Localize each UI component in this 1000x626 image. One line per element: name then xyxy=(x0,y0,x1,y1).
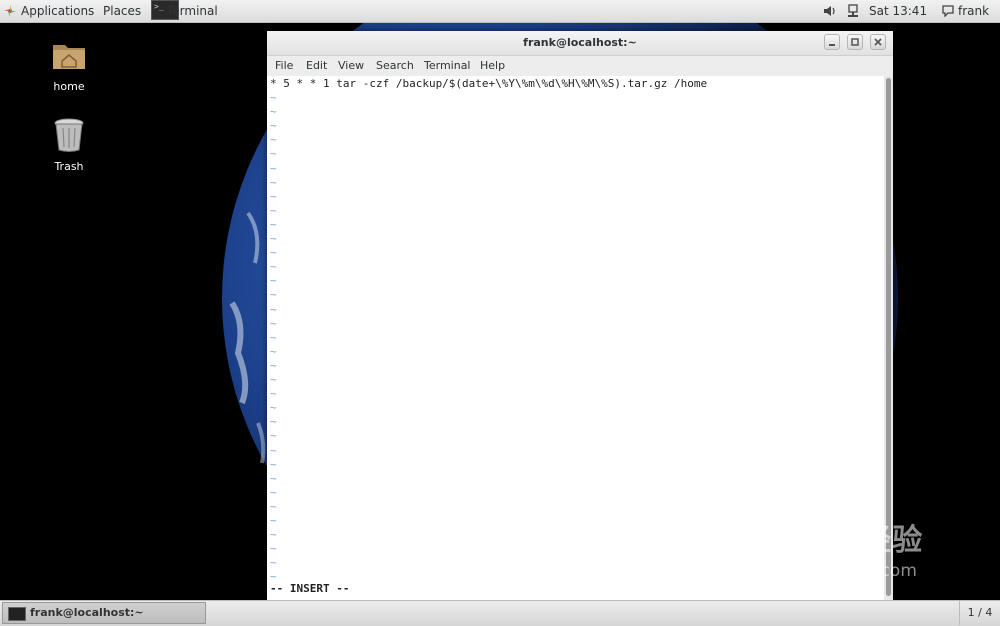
tilde-marker: ~ xyxy=(270,302,277,316)
trash-icon xyxy=(54,118,84,152)
taskbar-window-label: frank@localhost:~ xyxy=(30,606,144,619)
places-menu[interactable]: Places xyxy=(103,0,141,22)
folder-home-icon xyxy=(53,45,85,69)
tilde-marker: ~ xyxy=(270,429,277,443)
maximize-icon xyxy=(851,38,859,46)
tilde-marker: ~ xyxy=(270,358,277,372)
tilde-marker: ~ xyxy=(270,556,277,570)
trash-label: Trash xyxy=(54,160,84,173)
minimize-button[interactable] xyxy=(824,34,840,50)
applications-icon xyxy=(4,5,16,17)
watermark-url: jingyan.baidu.com xyxy=(760,561,917,581)
menu-file[interactable]: File xyxy=(275,56,293,76)
tilde-marker: ~ xyxy=(270,203,277,217)
terminal-app-menu[interactable]: Terminal xyxy=(167,0,218,22)
applications-menu[interactable]: Applications xyxy=(21,0,94,22)
user-icon xyxy=(942,5,954,17)
tilde-marker: ~ xyxy=(270,189,277,203)
tilde-marker: ~ xyxy=(270,133,277,147)
menu-bar: File Edit View Search Terminal Help xyxy=(267,56,893,76)
top-panel: Applications Places >_ Terminal Sat 13:4… xyxy=(0,0,1000,23)
watermark: Baidu经验 jingyan.baidu.com xyxy=(760,515,923,581)
tilde-marker: ~ xyxy=(270,175,277,189)
close-icon xyxy=(874,38,882,46)
tilde-marker: ~ xyxy=(270,485,277,499)
tilde-marker: ~ xyxy=(270,415,277,429)
window-titlebar[interactable]: frank@localhost:~ xyxy=(267,31,893,56)
menu-view[interactable]: View xyxy=(338,56,364,76)
minimize-icon xyxy=(829,44,835,46)
crontab-line: * 5 * * 1 tar -czf /backup/$(date+\%Y\%m… xyxy=(270,77,708,90)
tilde-marker: ~ xyxy=(270,330,277,344)
terminal-task-icon xyxy=(8,607,26,621)
window-title: frank@localhost:~ xyxy=(523,36,637,49)
menu-edit[interactable]: Edit xyxy=(306,56,327,76)
tilde-marker: ~ xyxy=(270,147,277,161)
tilde-marker: ~ xyxy=(270,542,277,556)
home-folder[interactable]: home xyxy=(34,37,104,93)
volume-icon[interactable] xyxy=(823,5,837,17)
tilde-marker: ~ xyxy=(270,499,277,513)
tilde-marker: ~ xyxy=(270,401,277,415)
tilde-marker: ~ xyxy=(270,288,277,302)
watermark-brand: Baidu经验 xyxy=(760,523,924,558)
tilde-marker: ~ xyxy=(270,274,277,288)
tilde-marker: ~ xyxy=(270,373,277,386)
tilde-marker: ~ xyxy=(270,344,277,358)
menu-terminal[interactable]: Terminal xyxy=(424,56,471,76)
bottom-panel: frank@localhost:~ 1 / 4 xyxy=(0,600,1000,626)
tilde-marker: ~ xyxy=(270,387,277,401)
tilde-marker: ~ xyxy=(270,260,277,274)
close-button[interactable] xyxy=(870,34,886,50)
tilde-marker: ~ xyxy=(270,443,277,457)
tilde-marker: ~ xyxy=(270,91,277,104)
workspace-pager[interactable]: 1 / 4 xyxy=(959,601,1000,625)
user-menu[interactable]: frank xyxy=(958,0,989,22)
vim-mode-indicator: -- INSERT -- xyxy=(270,582,350,595)
network-icon[interactable] xyxy=(847,4,859,18)
tilde-marker: ~ xyxy=(270,105,277,119)
tilde-marker: ~ xyxy=(270,528,277,542)
tilde-marker: ~ xyxy=(270,316,277,330)
tilde-marker: ~ xyxy=(270,514,277,527)
taskbar-window-button[interactable]: frank@localhost:~ xyxy=(2,602,206,624)
tilde-marker: ~ xyxy=(270,217,277,231)
tilde-marker: ~ xyxy=(270,161,277,175)
clock[interactable]: Sat 13:41 xyxy=(869,0,927,22)
tilde-marker: ~ xyxy=(270,119,277,133)
tilde-marker: ~ xyxy=(270,246,277,260)
menu-search[interactable]: Search xyxy=(376,56,414,76)
maximize-button[interactable] xyxy=(847,34,863,50)
home-label: home xyxy=(53,80,85,93)
tilde-marker: ~ xyxy=(270,471,277,485)
menu-help[interactable]: Help xyxy=(480,56,505,76)
tilde-marker: ~ xyxy=(270,457,277,471)
trash[interactable]: Trash xyxy=(34,117,104,173)
tilde-marker: ~ xyxy=(270,232,277,245)
